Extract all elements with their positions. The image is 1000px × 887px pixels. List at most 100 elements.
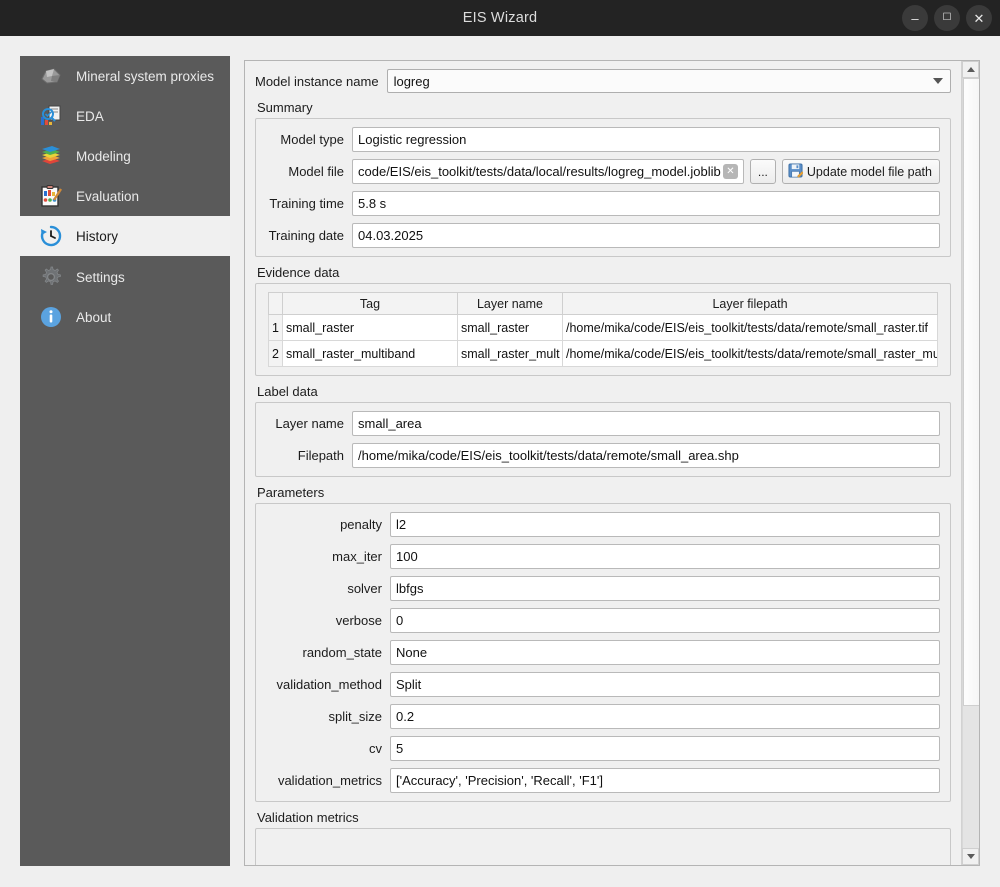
table-row[interactable]: 2 small_raster_multiband small_raster_mu… <box>268 340 938 367</box>
field-split-size: split_size 0.2 <box>266 704 940 729</box>
validation-metrics-input[interactable]: ['Accuracy', 'Precision', 'Recall', 'F1'… <box>390 768 940 793</box>
field-verbose: verbose 0 <box>266 608 940 633</box>
model-type-input[interactable]: Logistic regression <box>352 127 940 152</box>
field-training-date: Training date 04.03.2025 <box>266 223 940 248</box>
field-label: Filepath <box>297 448 344 463</box>
row-number: 2 <box>268 340 283 367</box>
clear-icon[interactable]: ✕ <box>722 164 738 179</box>
sidebar-item-label: Settings <box>76 269 125 285</box>
field-label: validation_metrics <box>277 773 382 788</box>
field-label: split_size <box>328 709 382 724</box>
field-value: small_area <box>358 416 422 431</box>
sidebar-item-label: Modeling <box>76 148 131 164</box>
vertical-scrollbar[interactable] <box>961 61 979 865</box>
sidebar-item-eda[interactable]: EDA <box>20 96 230 136</box>
column-header-tag[interactable]: Tag <box>282 292 458 315</box>
scroll-up-button[interactable] <box>962 61 979 78</box>
field-value: Split <box>396 677 422 692</box>
evidence-data-table[interactable]: Tag Layer name Layer filepath 1 small_ra… <box>268 292 938 367</box>
row-number-header <box>268 292 283 315</box>
sidebar-item-about[interactable]: About <box>20 297 230 337</box>
column-header-layer-name[interactable]: Layer name <box>457 292 563 315</box>
field-value: /home/mika/code/EIS/eis_toolkit/tests/da… <box>358 448 739 463</box>
cell-layer-name[interactable]: small_raster <box>457 314 563 341</box>
field-value: ['Accuracy', 'Precision', 'Recall', 'F1'… <box>396 773 603 788</box>
sidebar-item-label: EDA <box>76 108 104 124</box>
split-size-input[interactable]: 0.2 <box>390 704 940 729</box>
sidebar-item-history[interactable]: History <box>20 216 230 256</box>
field-value: code/EIS/eis_toolkit/tests/data/local/re… <box>358 164 721 179</box>
browse-button[interactable]: ... <box>749 159 776 184</box>
scrollbar-thumb[interactable] <box>963 78 979 706</box>
parameters-section-label: Parameters <box>257 485 325 500</box>
cell-layer-filepath[interactable]: /home/mika/code/EIS/eis_toolkit/tests/da… <box>562 340 938 367</box>
chart-magnifier-icon <box>38 103 64 129</box>
training-time-input[interactable]: 5.8 s <box>352 191 940 216</box>
field-label: Model type <box>280 132 344 147</box>
scrollbar-track[interactable] <box>962 78 979 848</box>
field-max-iter: max_iter 100 <box>266 544 940 569</box>
label-filepath-input[interactable]: /home/mika/code/EIS/eis_toolkit/tests/da… <box>352 443 940 468</box>
cell-layer-name[interactable]: small_raster_mult <box>457 340 563 367</box>
field-value: lbfgs <box>396 581 424 596</box>
field-value: 5.8 s <box>358 196 387 211</box>
model-file-input[interactable]: code/EIS/eis_toolkit/tests/data/local/re… <box>352 159 744 184</box>
sidebar-item-modeling[interactable]: Modeling <box>20 136 230 176</box>
cv-input[interactable]: 5 <box>390 736 940 761</box>
validation-metrics-groupbox <box>255 828 951 865</box>
row-number: 1 <box>268 314 283 341</box>
rock-icon <box>38 63 64 89</box>
save-disk-icon <box>788 162 804 181</box>
solver-input[interactable]: lbfgs <box>390 576 940 601</box>
field-validation-metrics: validation_metrics ['Accuracy', 'Precisi… <box>266 768 940 793</box>
model-instance-row: Model instance name logreg <box>255 69 951 93</box>
field-label: solver <box>347 581 382 596</box>
info-icon <box>38 304 64 330</box>
verbose-input[interactable]: 0 <box>390 608 940 633</box>
summary-groupbox: Model type Logistic regression Model fil… <box>255 118 951 257</box>
random-state-input[interactable]: None <box>390 640 940 665</box>
model-instance-label: Model instance name <box>255 73 379 89</box>
field-label: Training date <box>268 228 344 243</box>
model-instance-value: logreg <box>393 73 430 89</box>
table-row[interactable]: 1 small_raster small_raster /home/mika/c… <box>268 314 938 341</box>
label-layer-name-input[interactable]: small_area <box>352 411 940 436</box>
summary-section-label: Summary <box>257 100 313 115</box>
sidebar-item-settings[interactable]: Settings <box>20 257 230 297</box>
training-date-input[interactable]: 04.03.2025 <box>352 223 940 248</box>
maximize-button[interactable]: ☐ <box>934 5 960 31</box>
sidebar-item-evaluation[interactable]: Evaluation <box>20 176 230 216</box>
minimize-button[interactable]: – <box>902 5 928 31</box>
sidebar: Mineral system proxies EDA Modeling Eval… <box>20 56 230 866</box>
field-value: Logistic regression <box>358 132 467 147</box>
cell-layer-filepath[interactable]: /home/mika/code/EIS/eis_toolkit/tests/da… <box>562 314 938 341</box>
validation-method-input[interactable]: Split <box>390 672 940 697</box>
cell-tag[interactable]: small_raster_multiband <box>282 340 458 367</box>
field-value: 100 <box>396 549 418 564</box>
field-label: max_iter <box>332 549 382 564</box>
field-value: None <box>396 645 428 660</box>
window-titlebar: EIS Wizard – ☐ ✕ <box>0 0 1000 36</box>
field-penalty: penalty l2 <box>266 512 940 537</box>
field-label: Layer name <box>275 416 344 431</box>
update-model-file-path-button[interactable]: Update model file path <box>781 159 940 184</box>
penalty-input[interactable]: l2 <box>390 512 940 537</box>
field-model-type: Model type Logistic regression <box>266 127 940 152</box>
cell-tag[interactable]: small_raster <box>282 314 458 341</box>
table-header-row: Tag Layer name Layer filepath <box>268 292 938 315</box>
clock-history-icon <box>38 223 64 249</box>
sidebar-item-label: History <box>76 228 119 244</box>
sidebar-item-mineral-system-proxies[interactable]: Mineral system proxies <box>20 56 230 96</box>
field-random-state: random_state None <box>266 640 940 665</box>
column-header-layer-filepath[interactable]: Layer filepath <box>562 292 938 315</box>
max-iter-input[interactable]: 100 <box>390 544 940 569</box>
label-data-section-label: Label data <box>257 384 318 399</box>
evidence-data-groupbox: Tag Layer name Layer filepath 1 small_ra… <box>255 283 951 376</box>
label-data-groupbox: Layer name small_area Filepath /home/mik… <box>255 402 951 477</box>
field-value: 5 <box>396 741 404 756</box>
parameters-groupbox: penalty l2 max_iter 100 solver lbfgs ver… <box>255 503 951 802</box>
sidebar-item-label: Mineral system proxies <box>76 68 215 84</box>
scroll-down-button[interactable] <box>962 848 979 865</box>
close-button[interactable]: ✕ <box>966 5 992 31</box>
model-instance-select[interactable]: logreg <box>386 69 951 93</box>
